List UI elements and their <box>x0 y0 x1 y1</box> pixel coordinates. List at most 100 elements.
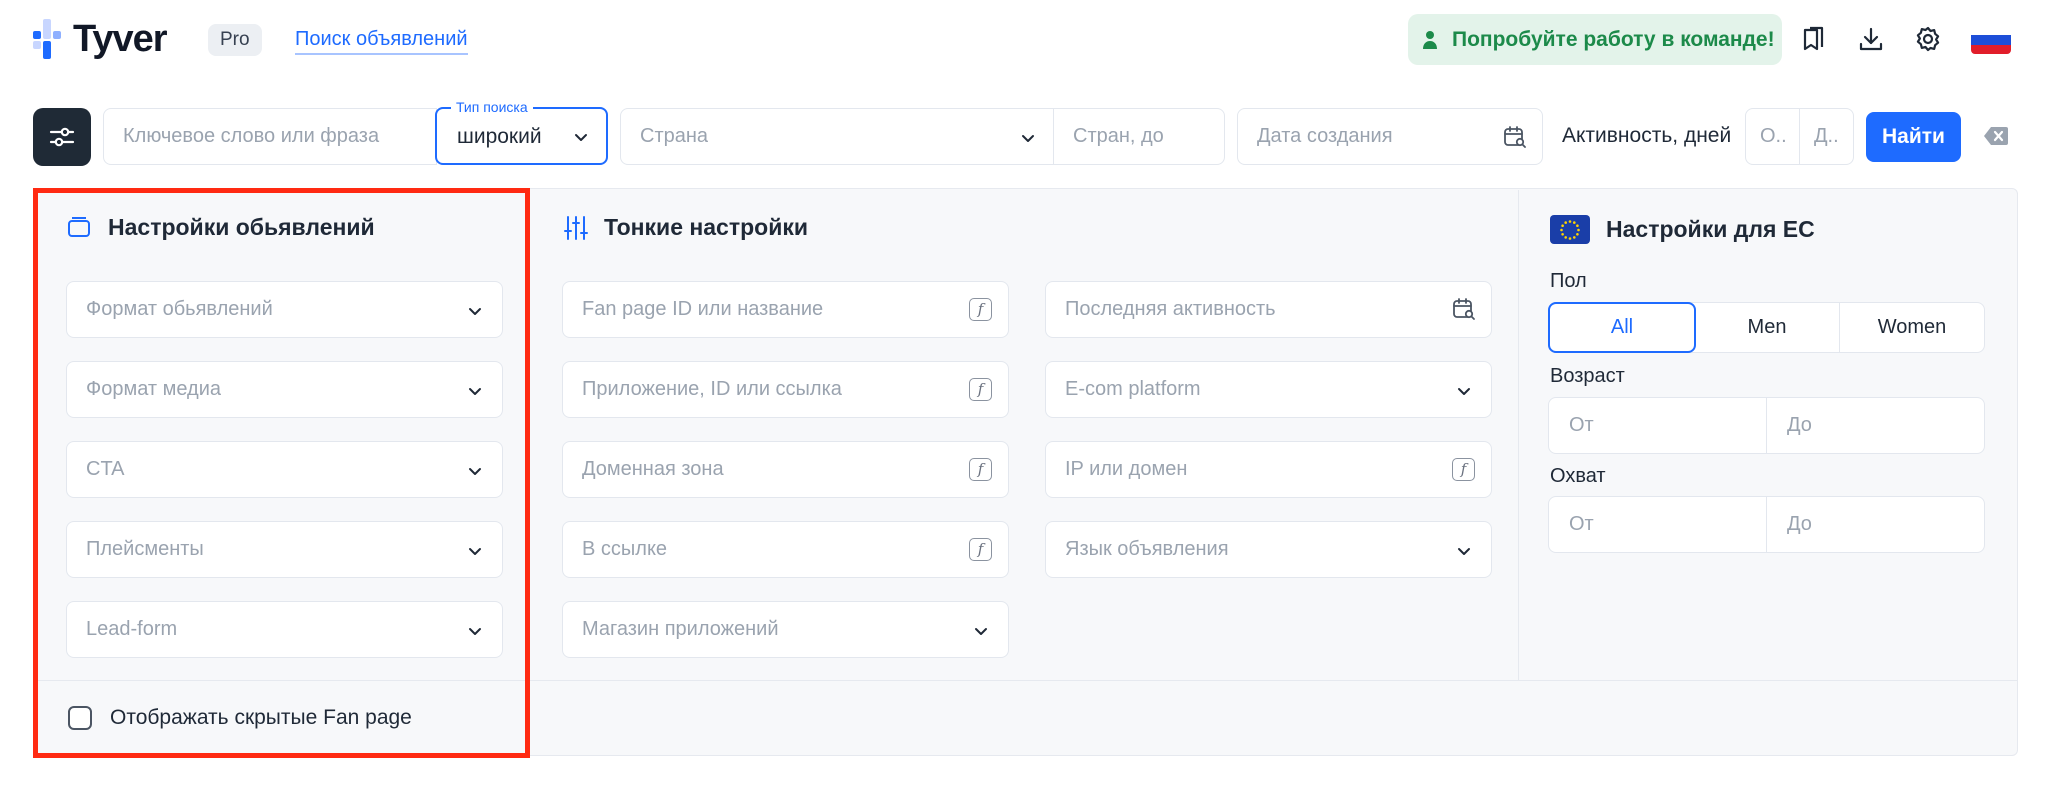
gender-segmented-control[interactable]: All Men Women <box>1548 302 1985 353</box>
app-store-placeholder: Магазин приложений <box>582 618 779 640</box>
gender-label: Пол <box>1550 270 1587 292</box>
age-label: Возраст <box>1550 365 1625 387</box>
gender-option-men[interactable]: Men <box>1695 303 1840 352</box>
bookmarks-icon[interactable] <box>1797 22 1831 56</box>
app-placeholder: Приложение, ID или ссылка <box>582 378 842 400</box>
countries-to-input[interactable]: Стран, до <box>1053 108 1225 165</box>
creation-date-placeholder: Дата создания <box>1257 125 1393 147</box>
reach-from-input[interactable]: От <box>1549 497 1767 552</box>
chevron-down-icon <box>972 622 990 646</box>
keyword-placeholder: Ключевое слово или фраза <box>123 125 380 147</box>
search-type-select[interactable]: Тип поиска широкий <box>435 98 608 165</box>
ad-card-icon <box>66 215 92 241</box>
activity-to-placeholder: Д.. <box>1814 125 1839 147</box>
in-link-placeholder: В ссылке <box>582 538 668 560</box>
eu-settings-title: Настройки для ЕС <box>1550 215 1815 244</box>
logo[interactable]: Tyver <box>33 18 168 60</box>
find-button[interactable]: Найти <box>1866 112 1961 162</box>
last-activity-input[interactable]: Последняя активность <box>1045 281 1492 338</box>
country-placeholder: Страна <box>640 125 709 147</box>
search-type-label: Тип поиска <box>451 98 533 116</box>
search-type-value: широкий <box>457 125 542 148</box>
eu-settings-title-text: Настройки для ЕС <box>1606 216 1815 242</box>
filters-toggle-button[interactable] <box>33 108 91 166</box>
show-hidden-fan-pages-label: Отображать скрытые Fan page <box>110 706 412 729</box>
formula-icon[interactable]: f <box>969 458 992 481</box>
fine-settings-title: Тонкие настройки <box>564 214 808 241</box>
ecom-platform-placeholder: E-com platform <box>1065 378 1201 400</box>
app-input[interactable]: Приложение, ID или ссылка f <box>562 361 1009 418</box>
placements-placeholder: Плейсменты <box>86 538 204 560</box>
chevron-down-icon <box>1455 382 1473 406</box>
reach-label: Охват <box>1550 465 1606 487</box>
logo-mark-icon <box>33 19 65 59</box>
sliders-icon <box>48 124 76 150</box>
activity-days-label: Активность, дней <box>1562 124 1732 147</box>
formula-icon[interactable]: f <box>969 298 992 321</box>
in-link-input[interactable]: В ссылке f <box>562 521 1009 578</box>
placements-select[interactable]: Плейсменты <box>66 521 503 578</box>
ad-format-placeholder: Формат обьявлений <box>86 298 273 320</box>
fan-page-placeholder: Fan page ID или название <box>582 298 824 320</box>
calendar-search-icon[interactable] <box>1451 296 1477 328</box>
show-hidden-fan-pages-row[interactable]: Отображать скрытые Fan page <box>68 706 412 730</box>
calendar-search-icon[interactable] <box>1502 124 1528 156</box>
eu-flag-icon <box>1550 215 1590 244</box>
cta-select[interactable]: CTA <box>66 441 503 498</box>
team-trial-label: Попробуйте работу в команде! <box>1452 27 1775 51</box>
fan-page-input[interactable]: Fan page ID или название f <box>562 281 1009 338</box>
chevron-down-icon <box>466 622 484 646</box>
section-divider <box>1518 190 1519 680</box>
lead-form-select[interactable]: Lead-form <box>66 601 503 658</box>
media-format-placeholder: Формат медиа <box>86 378 221 400</box>
app-store-select[interactable]: Магазин приложений <box>562 601 1009 658</box>
top-bar: Tyver Pro Поиск объявлений Попробуйте ра… <box>0 0 2048 82</box>
chevron-down-icon <box>466 302 484 326</box>
formula-icon[interactable]: f <box>969 378 992 401</box>
domain-zone-placeholder: Доменная зона <box>582 458 724 480</box>
settings-icon[interactable] <box>1911 22 1945 56</box>
footer-divider <box>34 680 2017 681</box>
ip-domain-input[interactable]: IP или домен f <box>1045 441 1492 498</box>
chevron-down-icon <box>466 382 484 406</box>
activity-to-input[interactable]: Д.. <box>1799 108 1854 165</box>
ecom-platform-select[interactable]: E-com platform <box>1045 361 1492 418</box>
clear-backspace-icon[interactable] <box>1983 125 2009 147</box>
language-flag-ru-icon[interactable] <box>1971 26 2011 54</box>
formula-icon[interactable]: f <box>969 538 992 561</box>
creation-date-input[interactable]: Дата создания <box>1237 108 1543 165</box>
chevron-down-icon <box>466 462 484 486</box>
gender-option-women[interactable]: Women <box>1840 303 1984 352</box>
fine-settings-title-text: Тонкие настройки <box>604 214 809 240</box>
user-icon <box>1422 30 1438 50</box>
team-trial-button[interactable]: Попробуйте работу в команде! <box>1408 14 1782 65</box>
chevron-down-icon <box>466 542 484 566</box>
age-range: От До <box>1548 397 1985 454</box>
country-select[interactable]: Страна <box>620 108 1054 165</box>
domain-zone-input[interactable]: Доменная зона f <box>562 441 1009 498</box>
chevron-down-icon <box>1455 542 1473 566</box>
media-format-select[interactable]: Формат медиа <box>66 361 503 418</box>
chevron-down-icon <box>572 128 590 151</box>
formula-icon[interactable]: f <box>1452 458 1475 481</box>
keyword-input[interactable]: Ключевое слово или фраза <box>103 108 437 165</box>
reach-range: От До <box>1548 496 1985 553</box>
ad-format-select[interactable]: Формат обьявлений <box>66 281 503 338</box>
ad-settings-title: Настройки обьявлений <box>66 214 375 241</box>
age-from-input[interactable]: От <box>1549 398 1767 453</box>
age-to-input[interactable]: До <box>1767 398 1984 453</box>
cta-placeholder: CTA <box>86 458 125 480</box>
activity-from-input[interactable]: О.. <box>1745 108 1800 165</box>
equalizer-icon <box>564 215 588 241</box>
ad-settings-title-text: Настройки обьявлений <box>108 214 375 240</box>
reach-to-input[interactable]: До <box>1767 497 1984 552</box>
nav-link-ad-search[interactable]: Поиск объявлений <box>295 27 468 55</box>
logo-text: Tyver <box>73 18 168 60</box>
gender-option-all[interactable]: All <box>1548 302 1696 353</box>
ad-language-select[interactable]: Язык объявления <box>1045 521 1492 578</box>
chevron-down-icon <box>1019 129 1037 153</box>
show-hidden-fan-pages-checkbox[interactable] <box>68 706 92 730</box>
lead-form-placeholder: Lead-form <box>86 618 178 640</box>
download-icon[interactable] <box>1854 22 1888 56</box>
ad-language-placeholder: Язык объявления <box>1065 538 1229 560</box>
